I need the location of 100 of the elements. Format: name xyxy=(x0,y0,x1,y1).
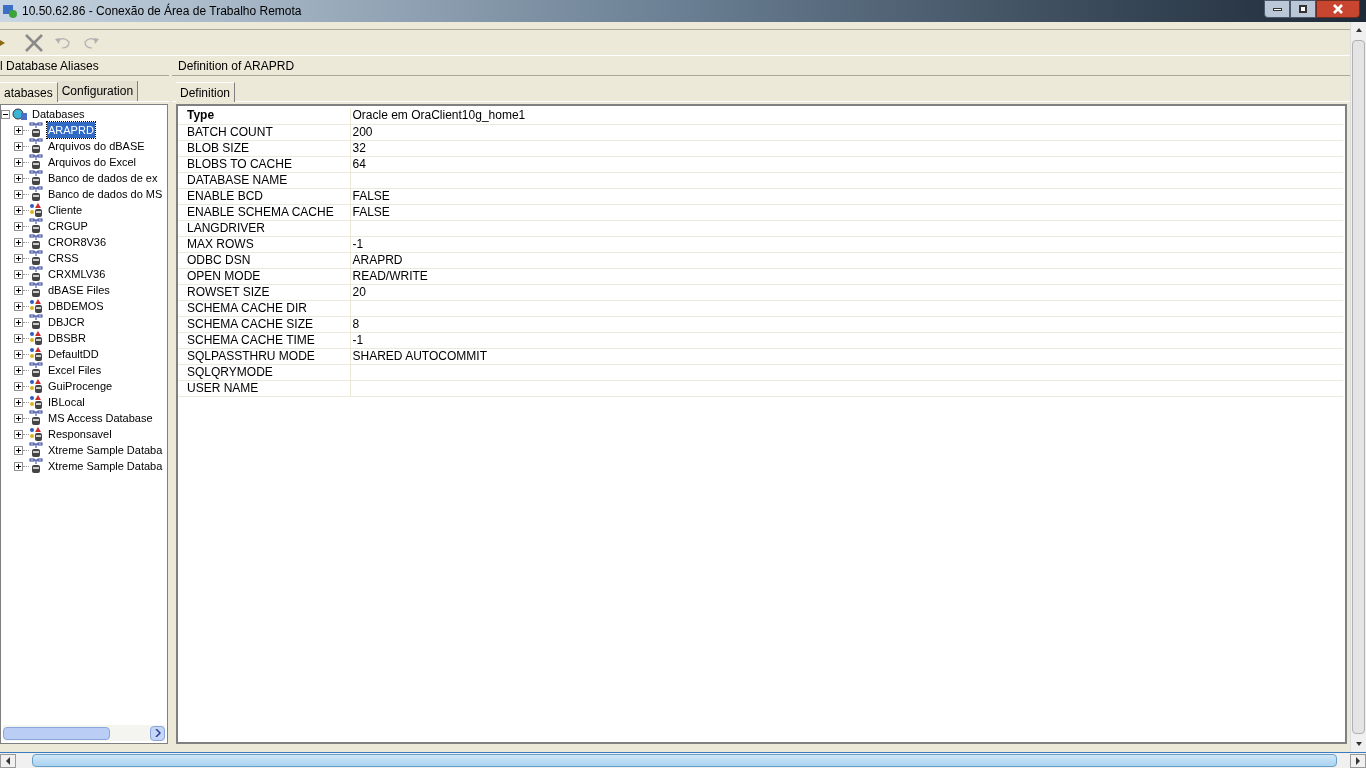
expand-toggle[interactable] xyxy=(14,333,23,343)
database-connector-icon xyxy=(29,138,43,154)
scrollbar-thumb[interactable] xyxy=(1352,40,1365,734)
expand-toggle[interactable] xyxy=(14,173,23,183)
horizontal-scrollbar[interactable] xyxy=(0,752,1366,768)
database-connector-icon xyxy=(29,362,43,378)
tree-item[interactable]: CRXMLV36 xyxy=(47,265,107,283)
expand-toggle[interactable] xyxy=(14,253,23,263)
property-value[interactable]: FALSE xyxy=(352,204,390,219)
expand-toggle[interactable] xyxy=(14,141,23,151)
remote-desktop-icon xyxy=(2,3,18,19)
tree-item[interactable]: ARAPRD xyxy=(47,121,95,139)
database-tools-icon xyxy=(29,426,43,442)
database-tools-icon xyxy=(29,330,43,346)
delete-icon[interactable] xyxy=(24,32,44,53)
tree-item[interactable]: MS Access Database xyxy=(47,409,154,427)
expand-toggle[interactable] xyxy=(14,221,23,231)
expand-toggle[interactable] xyxy=(14,301,23,311)
property-value[interactable]: FALSE xyxy=(352,188,390,203)
property-value[interactable]: 20 xyxy=(352,284,366,299)
expand-toggle[interactable] xyxy=(14,237,23,247)
expand-toggle[interactable] xyxy=(14,349,23,359)
scrollbar-thumb[interactable] xyxy=(3,726,110,740)
tree-item[interactable]: Xtreme Sample Databa xyxy=(47,457,164,475)
property-name: LANGDRIVER xyxy=(178,220,350,236)
expand-toggle[interactable] xyxy=(14,445,23,455)
tree-item[interactable]: Excel Files xyxy=(47,361,103,379)
expand-toggle[interactable] xyxy=(14,189,23,199)
expand-toggle[interactable] xyxy=(14,317,23,327)
property-value[interactable]: 32 xyxy=(352,140,366,155)
tab[interactable]: atabases xyxy=(0,82,58,102)
collapse-toggle[interactable] xyxy=(1,109,10,119)
database-connector-icon xyxy=(29,410,43,426)
property-value[interactable]: Oracle em OraClient10g_home1 xyxy=(352,108,526,123)
tab[interactable]: Definition xyxy=(176,82,236,102)
expand-toggle[interactable] xyxy=(14,269,23,279)
database-tools-icon xyxy=(29,346,43,362)
restore-button[interactable] xyxy=(1290,0,1316,18)
expand-toggle[interactable] xyxy=(14,157,23,167)
property-value[interactable]: -1 xyxy=(352,236,364,251)
expand-toggle[interactable] xyxy=(14,381,23,391)
vertical-scrollbar[interactable] xyxy=(1350,22,1366,752)
tree-item[interactable]: DBSBR xyxy=(47,329,87,347)
expand-toggle[interactable] xyxy=(14,461,23,471)
tree-item[interactable]: DBJCR xyxy=(47,313,86,331)
tree-item[interactable]: Banco de dados de ex xyxy=(47,169,159,187)
database-tools-icon xyxy=(29,394,43,410)
property-name: ENABLE BCD xyxy=(178,188,350,204)
tree-item[interactable]: dBASE Files xyxy=(47,281,111,299)
property-value[interactable]: ARAPRD xyxy=(352,252,403,267)
database-tools-icon xyxy=(29,202,43,218)
tree-item[interactable]: Arquivos do dBASE xyxy=(47,137,146,155)
property-name: ODBC DSN xyxy=(178,252,350,268)
property-name: SCHEMA CACHE DIR xyxy=(178,300,350,316)
scrollbar-thumb[interactable] xyxy=(32,754,1337,767)
expand-toggle[interactable] xyxy=(14,125,23,135)
property-name: USER NAME xyxy=(178,380,350,396)
database-connector-icon xyxy=(29,442,43,458)
tree-item[interactable]: DefaultDD xyxy=(47,345,100,363)
tree-item[interactable]: Arquivos do Excel xyxy=(47,153,138,171)
expand-toggle[interactable] xyxy=(14,413,23,423)
arrow-icon[interactable] xyxy=(0,37,6,48)
property-name: BLOB SIZE xyxy=(178,140,350,156)
tree-item[interactable]: GuiProcenge xyxy=(47,377,114,395)
property-value[interactable]: SHARED AUTOCOMMIT xyxy=(352,348,487,363)
tab[interactable]: Configuration xyxy=(57,81,139,101)
close-icon xyxy=(1333,4,1343,14)
expand-toggle[interactable] xyxy=(14,285,23,295)
database-connector-icon xyxy=(29,314,43,330)
tree-item[interactable]: CROR8V36 xyxy=(47,233,108,251)
tree-item[interactable]: Responsavel xyxy=(47,425,113,443)
tree-item[interactable]: Banco de dados do MS xyxy=(47,185,164,203)
horizontal-scrollbar[interactable] xyxy=(3,725,165,741)
scroll-left-button[interactable] xyxy=(0,753,16,768)
expand-toggle[interactable] xyxy=(14,205,23,215)
database-tools-icon xyxy=(29,298,43,314)
property-name: OPEN MODE xyxy=(178,268,350,284)
property-value[interactable]: READ/WRITE xyxy=(352,268,428,283)
tree-item[interactable]: CRSS xyxy=(47,249,80,267)
scroll-right-button[interactable] xyxy=(1350,753,1366,768)
tree-item[interactable]: Databases xyxy=(32,105,85,123)
tree-item[interactable]: CRGUP xyxy=(47,217,89,235)
scroll-right-button[interactable] xyxy=(150,725,165,741)
property-value[interactable]: -1 xyxy=(352,332,364,347)
database-connector-icon xyxy=(29,282,43,298)
tree-item[interactable]: IBLocal xyxy=(47,393,86,411)
close-button[interactable] xyxy=(1316,0,1360,18)
left-arrow-icon xyxy=(5,756,11,765)
tree-item[interactable]: DBDEMOS xyxy=(47,297,105,315)
database-connector-icon xyxy=(29,250,43,266)
tree-item[interactable]: Cliente xyxy=(47,201,84,219)
right-arrow-icon xyxy=(1355,756,1361,765)
expand-toggle[interactable] xyxy=(14,397,23,407)
property-value[interactable]: 200 xyxy=(352,124,373,139)
expand-toggle[interactable] xyxy=(14,429,23,439)
expand-toggle[interactable] xyxy=(14,365,23,375)
property-value[interactable]: 64 xyxy=(352,156,366,171)
tree-item[interactable]: Xtreme Sample Databa xyxy=(47,441,164,459)
minimize-button[interactable] xyxy=(1264,0,1290,18)
property-value[interactable]: 8 xyxy=(352,316,360,331)
